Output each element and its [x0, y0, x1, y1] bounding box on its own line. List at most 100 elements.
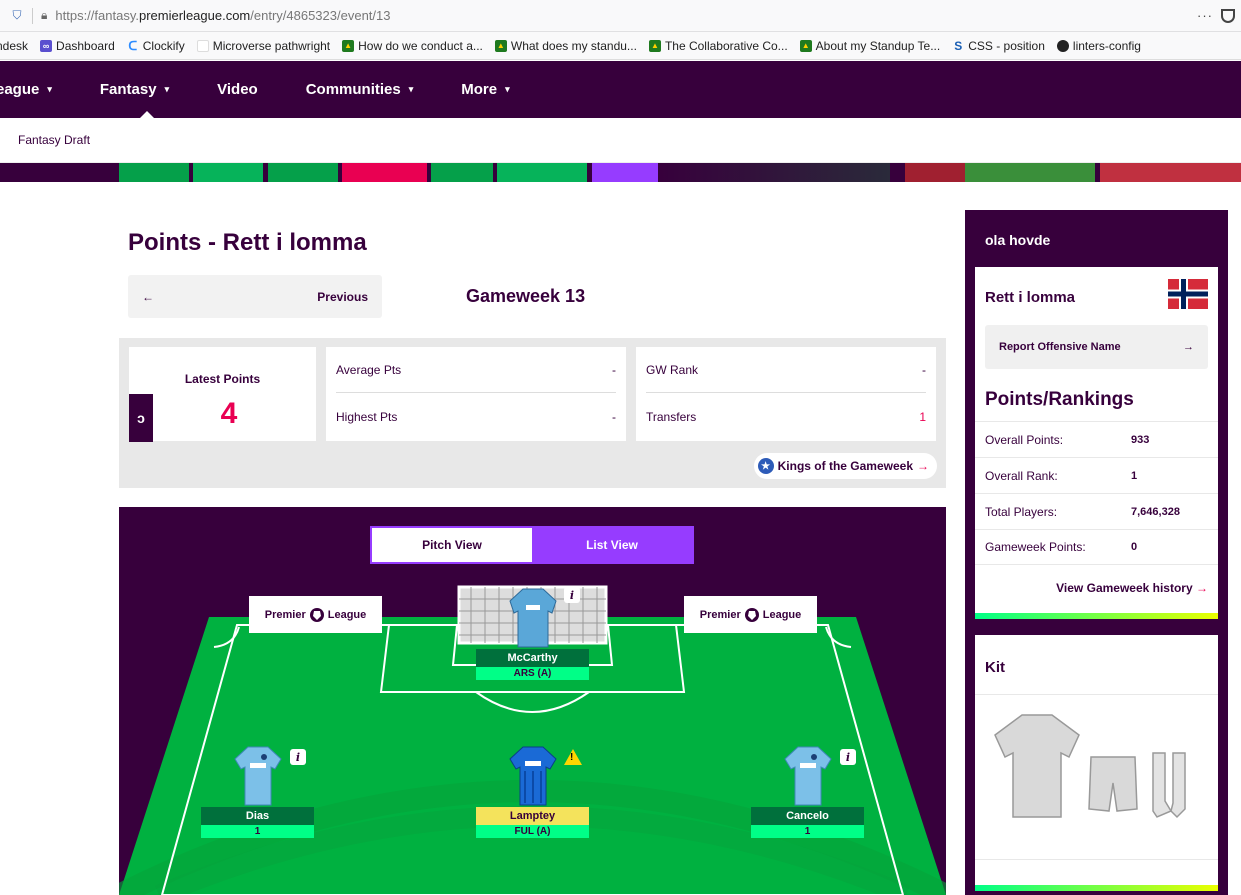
- view-gameweek-history-link[interactable]: View Gameweek history →: [1056, 581, 1208, 595]
- nav-label: eague: [0, 81, 40, 98]
- stat-label: GW Rank: [646, 362, 699, 377]
- warning-icon[interactable]: !: [564, 749, 582, 765]
- bookmark-clockify[interactable]: ᑕ Clockify: [127, 38, 184, 53]
- bookmark-css-position[interactable]: S CSS - position: [952, 39, 1045, 53]
- nav-item-league[interactable]: eague ▾: [0, 81, 52, 98]
- browser-url-bar[interactable]: ⛉ 🔒︎ https://fantasy.premierleague.com/e…: [0, 0, 1241, 32]
- info-icon[interactable]: i: [564, 587, 580, 603]
- stat-row-gw-rank: GW Rank -: [646, 347, 926, 393]
- stat-row-highest[interactable]: Highest Pts -: [336, 394, 616, 440]
- player-fixture: ARS (A): [476, 667, 589, 680]
- player-name: Cancelo: [751, 807, 864, 825]
- bookmark-doc-2[interactable]: ▲ What does my standu...: [494, 39, 637, 53]
- bookmark-dashboard[interactable]: ∞ Dashboard: [40, 39, 115, 53]
- player-fixture: 1: [751, 825, 864, 838]
- pocket-icon[interactable]: [1221, 8, 1235, 23]
- url-text[interactable]: https://fantasy.premierleague.com/entry/…: [55, 8, 390, 23]
- player-card-defender[interactable]: i Dias 1: [201, 745, 314, 838]
- premier-league-lion-icon: [744, 607, 759, 622]
- history-label: View Gameweek history: [1056, 581, 1193, 595]
- chevron-down-icon: ▾: [408, 84, 414, 94]
- bookmark-linters-config[interactable]: linters-config: [1056, 38, 1141, 53]
- bookmark-label: Microverse pathwright: [212, 38, 331, 53]
- ranking-row: Total Players: 7,646,328: [975, 493, 1218, 529]
- bookmark-ndesk[interactable]: ndesk: [0, 39, 28, 53]
- player-name: McCarthy: [476, 649, 589, 667]
- hero-photo: [965, 163, 1095, 182]
- ranking-row: Overall Points: 933: [975, 421, 1218, 457]
- doc-icon: ▲: [799, 39, 812, 52]
- bookmark-doc-3[interactable]: ▲ The Collaborative Co...: [648, 39, 788, 53]
- stat-value: 1: [919, 410, 926, 424]
- star-icon: ★: [757, 458, 774, 474]
- microverse-icon: [196, 39, 209, 52]
- report-offensive-name-button[interactable]: Report Offensive Name →: [985, 325, 1208, 369]
- bookmark-label: How do we conduct a...: [358, 38, 483, 53]
- nav-item-more[interactable]: More ▾: [461, 81, 509, 98]
- info-icon[interactable]: i: [290, 749, 306, 765]
- chevron-down-icon: ▾: [164, 84, 170, 94]
- ranking-value: 933: [1131, 433, 1150, 446]
- card-accent-bar: [975, 885, 1218, 891]
- main-nav: eague ▾ Fantasy ▾ Video Communities ▾ More ▾: [0, 61, 1241, 118]
- kings-of-gameweek-link[interactable]: ★ Kings of the Gameweek →: [753, 453, 937, 479]
- nav-item-communities[interactable]: Communities ▾: [306, 81, 414, 98]
- clockify-icon: ᑕ: [128, 38, 138, 53]
- stat-value: -: [612, 362, 616, 377]
- player-card-defender-flagged[interactable]: ! Lamptey FUL (A): [476, 745, 589, 838]
- premier-league-lion-icon: [309, 607, 324, 622]
- bookmark-doc-1[interactable]: ▲ How do we conduct a...: [342, 39, 483, 53]
- board-text: Premier: [699, 608, 741, 621]
- shirt-icon: [783, 745, 833, 807]
- manager-name: ola hovde: [985, 232, 1051, 248]
- hero-photo: [905, 163, 965, 182]
- hero-block: [342, 163, 427, 182]
- board-text: League: [327, 608, 367, 621]
- ranking-label: Total Players:: [985, 504, 1058, 519]
- lock-icon[interactable]: 🔒︎: [41, 8, 47, 23]
- nav-item-fantasy[interactable]: Fantasy ▾: [100, 81, 169, 98]
- hero-banner: [0, 163, 1241, 182]
- bookmark-doc-4[interactable]: ▲ About my Standup Te...: [799, 39, 940, 53]
- switch-team-icon[interactable]: ↄ: [129, 394, 153, 442]
- nav-label: Fantasy: [99, 81, 157, 98]
- stat-row-transfers[interactable]: Transfers 1: [646, 394, 926, 440]
- info-icon[interactable]: i: [840, 749, 856, 765]
- previous-button[interactable]: ← Previous: [128, 275, 382, 318]
- subnav-item-fantasy-draft[interactable]: Fantasy Draft: [18, 133, 90, 147]
- ranking-label: Gameweek Points:: [985, 540, 1086, 554]
- previous-label: Previous: [317, 289, 368, 304]
- player-card-defender[interactable]: i Cancelo 1: [751, 745, 864, 838]
- stat-label: Average Pts: [336, 362, 402, 377]
- latest-points-label: Latest Points: [184, 372, 261, 386]
- player-card-goalkeeper[interactable]: i McCarthy ARS (A): [476, 587, 589, 680]
- bookmark-microverse[interactable]: Microverse pathwright: [196, 38, 331, 53]
- bookmark-label: Dashboard: [56, 38, 115, 53]
- hero-block: [431, 163, 493, 182]
- doc-icon: ▲: [342, 39, 355, 52]
- latest-points-value: 4: [220, 397, 238, 430]
- ranking-value: 0: [1131, 541, 1138, 553]
- gameweek-title: Gameweek 13: [466, 286, 586, 306]
- player-fixture: 1: [201, 825, 314, 838]
- rankings-title: Points/Rankings: [985, 389, 1134, 410]
- tracking-shield-icon[interactable]: ⛉: [10, 8, 24, 24]
- hero-block: [660, 163, 890, 182]
- page-title: Points - Rett i lomma: [128, 229, 367, 256]
- bookmark-label: linters-config: [1072, 38, 1141, 53]
- stats-card-averages: Average Pts - Highest Pts -: [326, 347, 626, 441]
- chevron-down-icon: ▾: [47, 84, 52, 94]
- kit-preview-icon: [994, 714, 1186, 819]
- ranking-label: Overall Points:: [985, 432, 1064, 447]
- hero-photo: [1100, 163, 1241, 182]
- nav-label: Communities: [305, 81, 401, 98]
- list-view-button[interactable]: List View: [532, 528, 692, 562]
- nav-label: More: [461, 81, 498, 98]
- pitch-view-button[interactable]: Pitch View: [372, 528, 532, 562]
- team-name: Rett i lomma: [985, 289, 1076, 306]
- stat-value: -: [922, 362, 926, 377]
- shirt-icon: [508, 587, 558, 649]
- advert-board-right: Premier League: [684, 596, 817, 633]
- nav-item-video[interactable]: Video: [217, 81, 258, 98]
- page-actions-menu-icon[interactable]: ···: [1197, 8, 1213, 23]
